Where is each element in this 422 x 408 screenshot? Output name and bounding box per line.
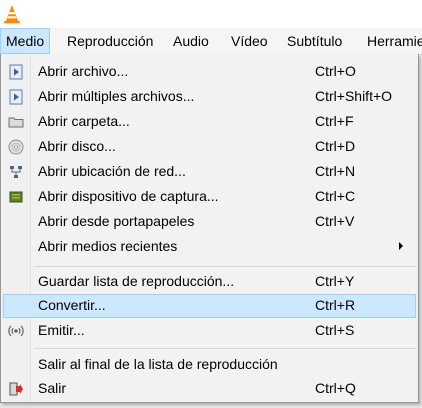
menu-item-shortcut: Ctrl+V (315, 213, 355, 229)
menu-item-salir[interactable]: Salir Ctrl+Q (3, 377, 416, 401)
menu-item-label: Salir (38, 380, 67, 396)
vlc-cone-icon (4, 5, 20, 24)
menu-item-label: Abrir desde portapapeles (38, 213, 195, 229)
menu-item-shortcut: Ctrl+N (315, 163, 356, 179)
menu-item-convertir[interactable]: Convertir... Ctrl+R (3, 294, 416, 318)
folder-icon (8, 117, 24, 128)
menu-item-label: Abrir archivo... (38, 63, 129, 79)
menu-separator (34, 348, 416, 349)
menu-item-abrir-carpeta[interactable]: Abrir carpeta... Ctrl+F (3, 110, 416, 134)
menu-item-shortcut: Ctrl+F (315, 113, 354, 129)
menu-item-label: Salir al final de la lista de reproducci… (38, 356, 278, 372)
menu-item-emitir[interactable]: Emitir... Ctrl+S (3, 319, 416, 343)
medio-dropdown-menu: Abrir archivo... Ctrl+O Abrir múltiples … (0, 54, 419, 403)
menu-subtitulo[interactable]: Subtítulo (281, 28, 348, 54)
menu-item-shortcut: Ctrl+C (315, 188, 356, 204)
menu-item-shortcut: Ctrl+R (315, 297, 356, 313)
submenu-arrow-icon (399, 242, 403, 250)
menu-item-abrir-multiples-archivos[interactable]: Abrir múltiples archivos... Ctrl+Shift+O (3, 85, 416, 109)
menu-item-label: Abrir dispositivo de captura... (38, 188, 219, 204)
menu-item-abrir-disco[interactable]: Abrir disco... Ctrl+D (3, 135, 416, 159)
file-play-icon (9, 64, 23, 80)
capture-card-icon (9, 191, 23, 203)
menu-item-shortcut: Ctrl+O (315, 63, 356, 79)
menu-bar: Medio Reproducción Audio Vídeo Subtítulo… (0, 28, 422, 55)
menu-herramientas[interactable]: Herramie (361, 28, 422, 54)
menu-item-label: Abrir carpeta... (38, 113, 130, 129)
menu-item-guardar-lista[interactable]: Guardar lista de reproducción... Ctrl+Y (3, 270, 416, 294)
menu-item-abrir-portapapeles[interactable]: Abrir desde portapapeles Ctrl+V (3, 210, 416, 234)
menu-item-abrir-dispositivo-captura[interactable]: Abrir dispositivo de captura... Ctrl+C (3, 185, 416, 209)
stream-icon (8, 325, 24, 337)
menu-item-label: Abrir disco... (38, 138, 116, 154)
disc-icon (8, 139, 24, 155)
menu-item-shortcut: Ctrl+Shift+O (315, 88, 393, 104)
menu-item-label: Convertir... (38, 297, 106, 313)
menu-audio[interactable]: Audio (167, 28, 215, 54)
menu-reproduccion[interactable]: Reproducción (61, 28, 159, 54)
menu-item-abrir-archivo[interactable]: Abrir archivo... Ctrl+O (3, 60, 416, 84)
menu-item-label: Abrir medios recientes (38, 238, 178, 254)
menu-item-shortcut: Ctrl+Q (315, 380, 356, 396)
menu-item-label: Abrir ubicación de red... (38, 163, 186, 179)
exit-icon (9, 382, 23, 396)
menu-item-label: Abrir múltiples archivos... (38, 88, 195, 104)
menu-separator (34, 266, 416, 267)
menu-medio[interactable]: Medio (0, 28, 51, 54)
menu-item-shortcut: Ctrl+Y (315, 273, 355, 289)
menu-item-shortcut: Ctrl+S (315, 322, 355, 338)
file-play-icon (9, 89, 23, 105)
title-bar (0, 0, 422, 28)
network-icon (10, 166, 22, 178)
menu-item-shortcut: Ctrl+D (315, 138, 356, 154)
menu-item-abrir-medios-recientes[interactable]: Abrir medios recientes (3, 235, 416, 259)
menu-item-label: Emitir... (38, 322, 85, 338)
menu-video[interactable]: Vídeo (225, 28, 274, 54)
menu-item-label: Guardar lista de reproducción... (38, 273, 235, 289)
menu-item-abrir-ubicacion-red[interactable]: Abrir ubicación de red... Ctrl+N (3, 160, 416, 184)
menu-item-salir-al-final[interactable]: Salir al final de la lista de reproducci… (3, 353, 416, 377)
